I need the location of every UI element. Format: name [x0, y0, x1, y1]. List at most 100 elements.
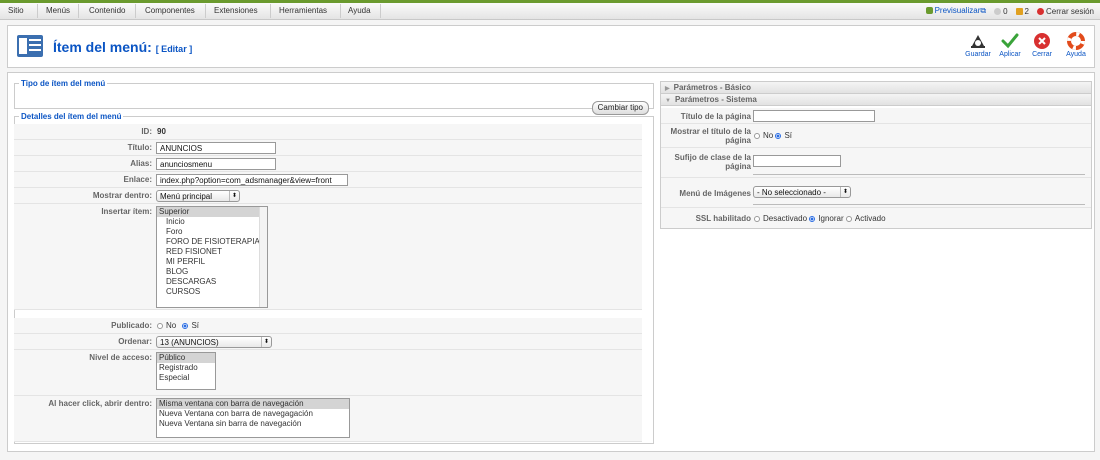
messages-value: 0	[1003, 6, 1008, 16]
users-count[interactable]: 2	[1015, 7, 1029, 16]
list-item[interactable]: RED FISIONET	[157, 247, 267, 257]
list-item[interactable]: Misma ventana con barra de navegación	[157, 399, 349, 409]
list-item[interactable]: Registrado	[157, 363, 215, 373]
logout-label: Cerrar sesión	[1045, 6, 1094, 16]
users-icon	[1015, 7, 1023, 15]
list-item[interactable]: Nueva Ventana con barra de navegagación	[157, 409, 349, 419]
title-input[interactable]: ANUNCIOS	[156, 142, 276, 154]
order-select[interactable]: 13 (ANUNCIOS) ⬍	[156, 336, 272, 348]
page-subtitle: [ Editar ]	[155, 44, 193, 54]
list-item[interactable]: Inicio	[157, 217, 267, 227]
row-page-title: Título de la página	[661, 108, 1091, 124]
row-click-target: Al hacer click, abrir dentro: Misma vent…	[14, 396, 642, 442]
row-access: Nivel de acceso: Público Registrado Espe…	[14, 350, 642, 396]
menu-ayuda[interactable]: Ayuda	[348, 6, 371, 15]
menu-herramientas[interactable]: Herramientas	[279, 6, 327, 15]
ssl-on-label: Activado	[854, 214, 886, 223]
insert-listbox[interactable]: Superior Inicio Foro FORO DE FISIOTERAPI…	[156, 206, 268, 308]
show-title-no-label: No	[763, 131, 774, 140]
menu-menus[interactable]: Menús	[46, 6, 70, 15]
select-arrows-icon: ⬍	[261, 337, 271, 347]
menu-extensiones[interactable]: Extensiones	[214, 6, 258, 15]
param-divider	[753, 204, 1085, 205]
id-value: 90	[157, 127, 166, 136]
row-title: Título: ANUNCIOS	[14, 140, 642, 156]
close-button[interactable]: Cerrar	[1027, 32, 1057, 58]
show-title-radio-group: No Sí	[754, 131, 792, 140]
messages-icon	[994, 7, 1002, 15]
list-item[interactable]: CURSOS	[157, 287, 267, 297]
published-no-option[interactable]: No	[157, 321, 176, 330]
ssl-off-option[interactable]: Desactivado	[754, 214, 807, 223]
row-alias: Alias: anunciosmenu	[14, 156, 642, 172]
list-item[interactable]: FORO DE FISIOTERAPIA	[157, 237, 267, 247]
id-label: ID:	[141, 127, 152, 136]
list-item[interactable]: MI PERFIL	[157, 257, 267, 267]
menu-componentes[interactable]: Componentes	[145, 6, 195, 15]
click-target-listbox[interactable]: Misma ventana con barra de navegación Nu…	[156, 398, 350, 438]
order-label: Ordenar:	[118, 337, 152, 346]
radio-icon	[754, 215, 760, 222]
save-icon	[971, 35, 985, 48]
admin-menubar: Sitio Menús Contenido Componentes Extens…	[0, 3, 1100, 20]
list-item[interactable]: Especial	[157, 373, 215, 383]
menu-separator	[37, 4, 38, 18]
published-no-label: No	[166, 321, 177, 330]
list-item[interactable]: BLOG	[157, 267, 267, 277]
list-item[interactable]: Foro	[157, 227, 267, 237]
show-title-yes-option[interactable]: Sí	[775, 131, 792, 140]
preview-link[interactable]: Previsualizar⧉	[925, 6, 986, 16]
parameters-panel: ▶ Parámetros - Básico ▼ Parámetros - Siste…	[660, 81, 1092, 229]
row-show-title: Mostrar el título de la página No Sí	[661, 124, 1091, 148]
params-system-header[interactable]: ▼ Parámetros - Sistema	[661, 94, 1091, 106]
radio-selected-icon	[182, 322, 189, 329]
ssl-ignore-option[interactable]: Ignorar	[809, 214, 844, 223]
click-target-label: Al hacer click, abrir dentro:	[48, 399, 152, 408]
insert-label: Insertar ítem:	[101, 207, 152, 216]
show-in-select[interactable]: Menú principal ⬍	[156, 190, 240, 202]
main-content: Tipo de ítem del menú Cambiar tipo Detal…	[7, 72, 1095, 452]
row-insert: Insertar ítem: Superior Inicio Foro FORO…	[14, 204, 642, 310]
menu-separator	[78, 4, 79, 18]
params-basic-header[interactable]: ▶ Parámetros - Básico	[661, 82, 1091, 94]
page-suffix-input[interactable]	[753, 155, 841, 167]
published-yes-option[interactable]: Sí	[182, 321, 199, 330]
menu-separator	[205, 4, 206, 18]
radio-icon	[845, 215, 852, 222]
apply-button[interactable]: Aplicar	[995, 32, 1025, 58]
image-menu-select[interactable]: - No seleccionado - ⬍	[753, 186, 851, 198]
ssl-on-option[interactable]: Activado	[845, 214, 886, 223]
list-item[interactable]: Público	[157, 353, 215, 363]
preview-label: Previsualizar	[934, 6, 981, 15]
access-listbox[interactable]: Público Registrado Especial	[156, 352, 216, 390]
row-link: Enlace: index.php?option=com_adsmanager&…	[14, 172, 642, 188]
show-title-yes-label: Sí	[784, 131, 793, 140]
alias-input[interactable]: anunciosmenu	[156, 158, 276, 170]
help-label: Ayuda	[1066, 51, 1086, 58]
published-yes-label: Sí	[191, 321, 200, 330]
param-divider	[753, 174, 1085, 175]
link-input[interactable]: index.php?option=com_adsmanager&view=fro…	[156, 174, 348, 186]
show-title-no-option[interactable]: No	[754, 131, 773, 140]
save-button[interactable]: Guardar	[963, 32, 993, 58]
messages-count[interactable]: 0	[994, 6, 1008, 16]
menu-separator	[380, 4, 381, 18]
help-button[interactable]: Ayuda	[1061, 32, 1091, 58]
title-label: Título:	[127, 143, 152, 152]
row-page-suffix: Sufijo de clase de la página	[661, 148, 1091, 178]
help-icon	[1067, 32, 1085, 50]
list-item[interactable]: Superior	[157, 207, 267, 217]
menu-contenido[interactable]: Contenido	[89, 6, 125, 15]
image-menu-label: Menú de Imágenes	[679, 189, 751, 198]
list-item[interactable]: DESCARGAS	[157, 277, 267, 287]
header-toolbar: Ítem del menú: [ Editar ] Guardar Aplica…	[7, 25, 1095, 68]
listbox-scrollbar[interactable]	[259, 207, 267, 307]
apply-label: Aplicar	[999, 51, 1021, 58]
menu-sitio[interactable]: Sitio	[8, 6, 24, 15]
list-item[interactable]: Nueva Ventana sin barra de navegación	[157, 419, 349, 429]
row-ssl: SSL habilitado Desactivado Ignorar Activ…	[661, 208, 1091, 228]
logout-link[interactable]: Cerrar sesión	[1036, 6, 1094, 16]
save-label: Guardar	[965, 51, 991, 58]
page-title-input[interactable]	[753, 110, 875, 122]
select-arrows-icon: ⬍	[229, 191, 239, 201]
